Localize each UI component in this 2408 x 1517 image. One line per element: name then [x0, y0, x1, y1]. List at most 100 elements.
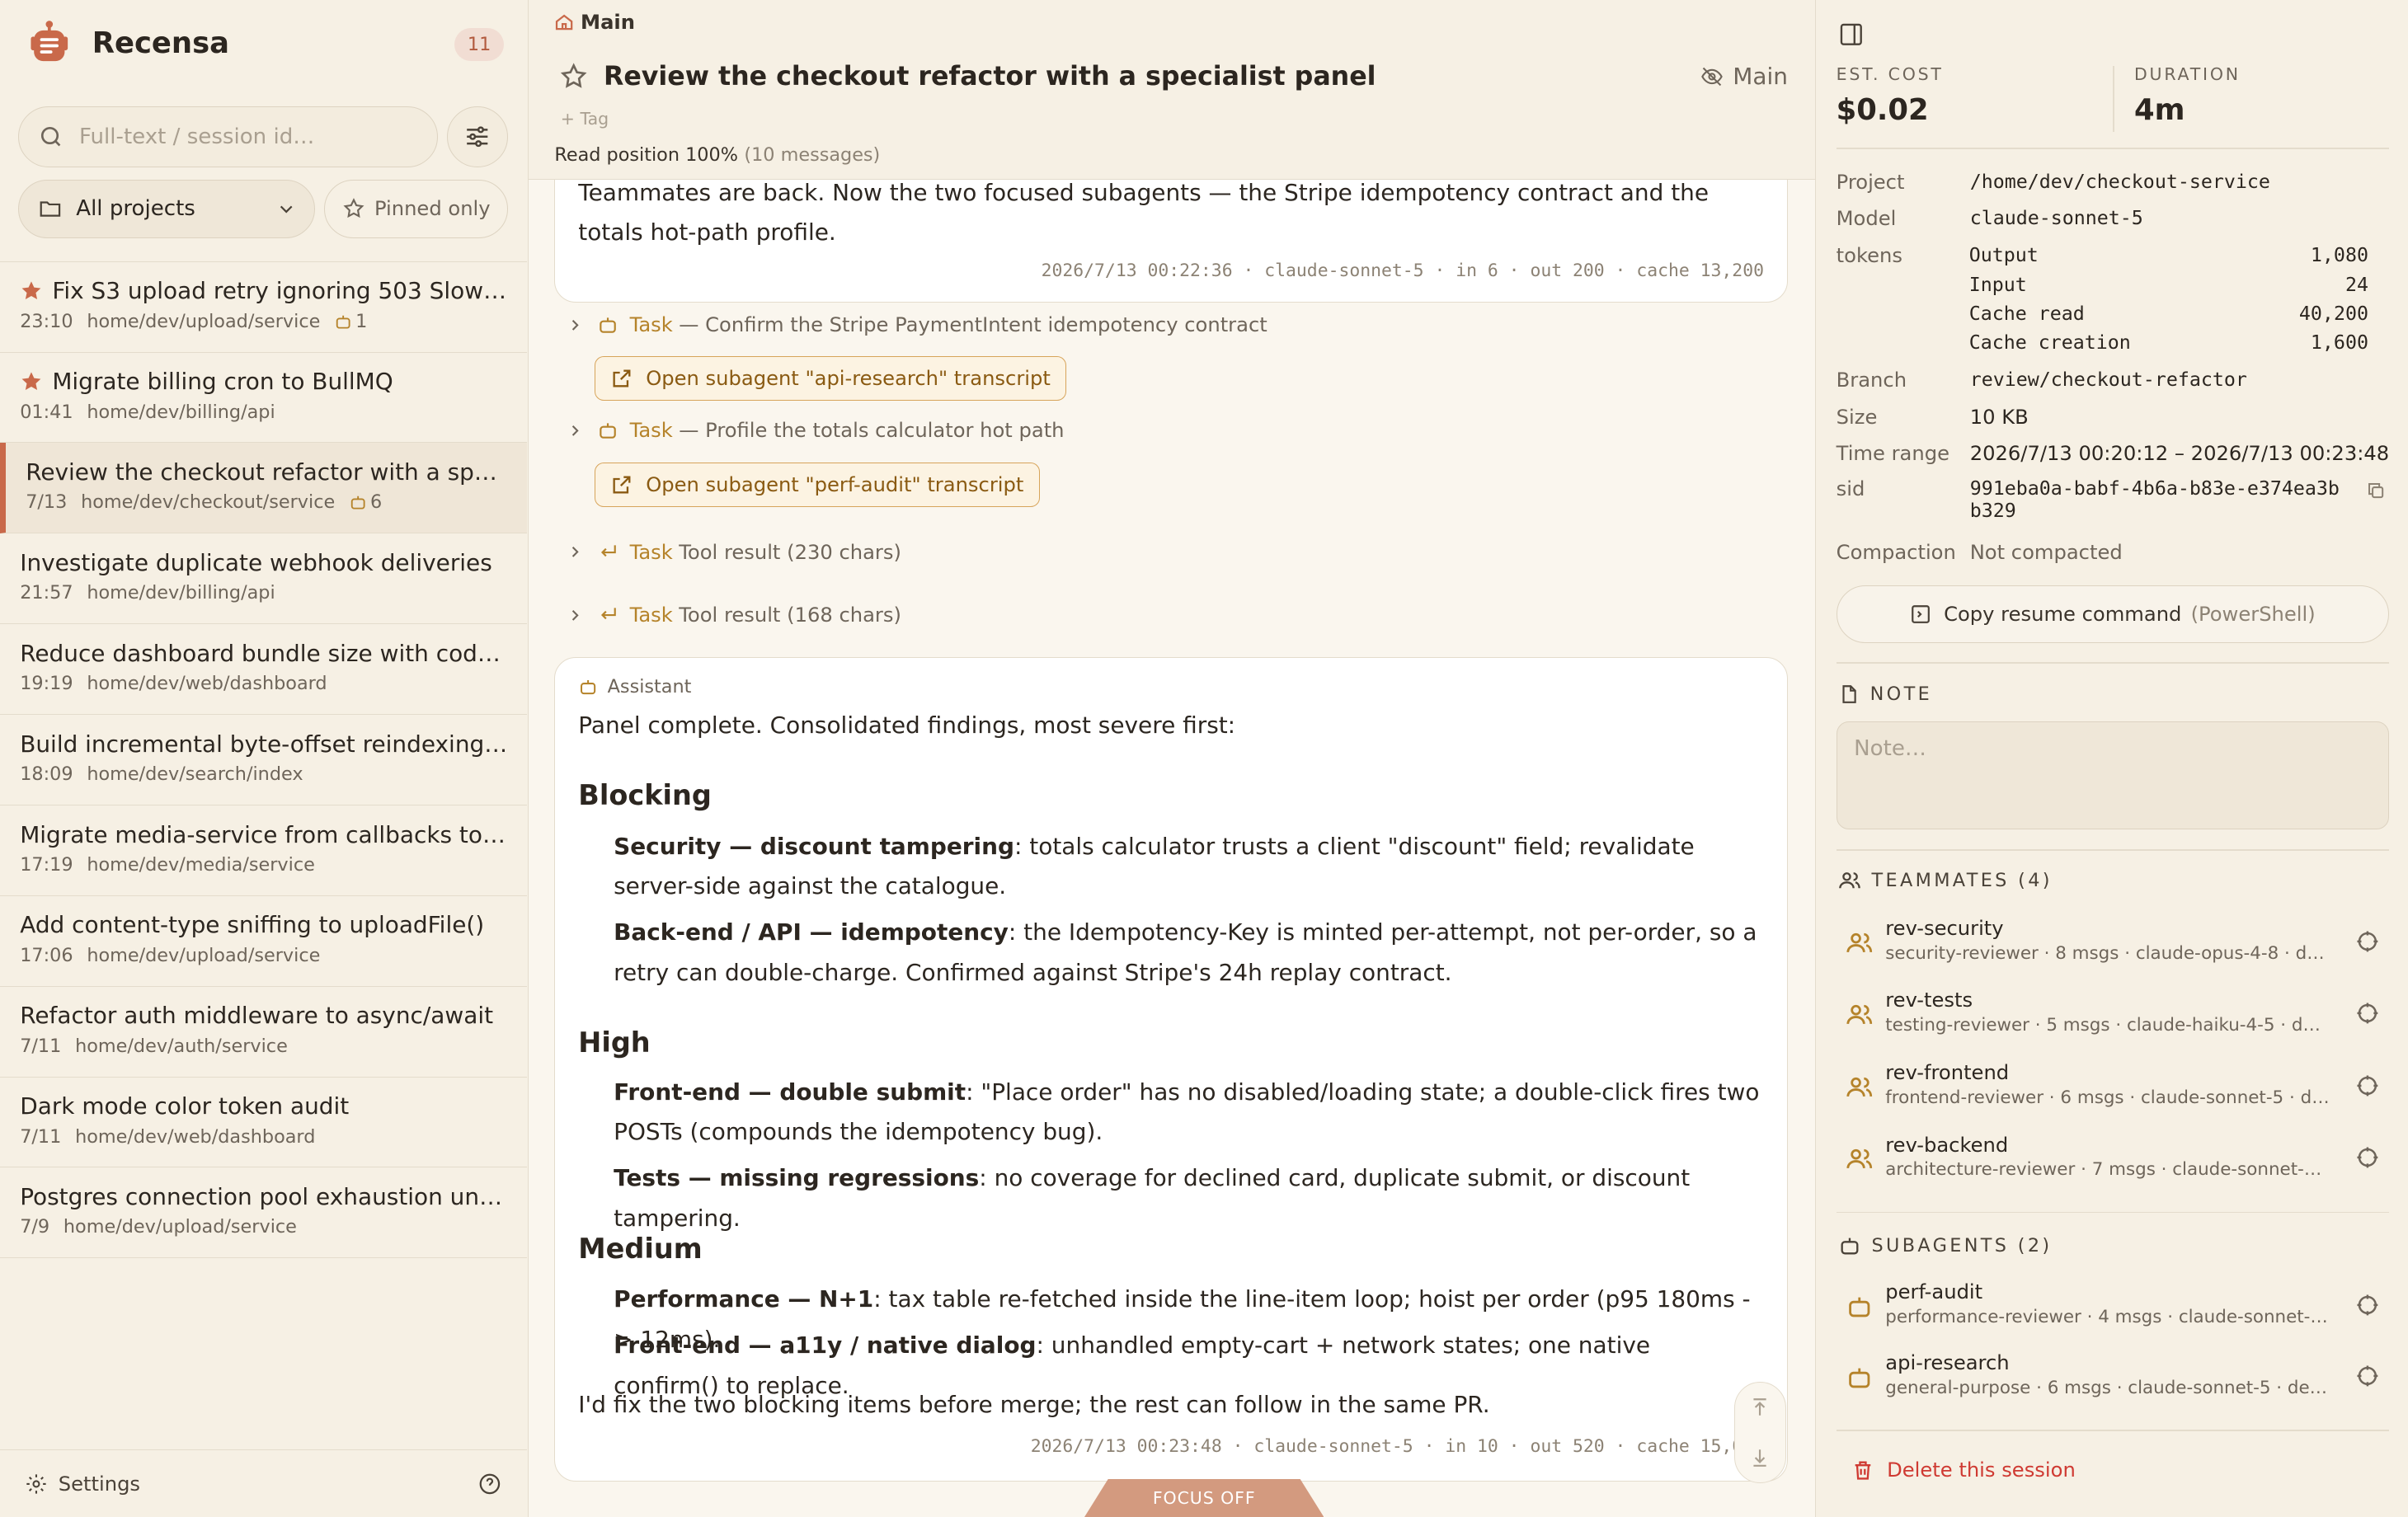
- settings-link[interactable]: Settings: [59, 1472, 477, 1496]
- chevron-right-icon: [571, 425, 579, 436]
- subagent-item[interactable]: perf-audit performance-reviewer · 4 msgs…: [1837, 1280, 2390, 1342]
- session-item[interactable]: Migrate media-service from callbacks to …: [0, 805, 527, 896]
- session-item[interactable]: Build incremental byte-offset reindexing…: [0, 715, 527, 805]
- section-heading: High: [578, 1026, 651, 1059]
- teammate-item[interactable]: rev-frontend frontend-reviewer · 6 msgs …: [1837, 1061, 2390, 1123]
- session-item-active[interactable]: Review the checkout refactor with a spec…: [0, 443, 527, 534]
- session-title: Reduce dashboard bundle size with code-s…: [20, 639, 509, 667]
- subagent-item[interactable]: api-research general-purpose · 6 msgs · …: [1837, 1351, 2390, 1413]
- session-item[interactable]: Investigate duplicate webhook deliveries…: [0, 533, 527, 625]
- read-position-label: Read position 100%: [554, 144, 738, 167]
- external-link-icon: [613, 476, 631, 494]
- tool-call-row[interactable]: Task — Profile the totals calculator hot…: [568, 419, 1065, 442]
- session-path: home/dev/billing/api: [87, 582, 275, 604]
- session-item[interactable]: Dark mode color token audit 7/11 home/dev…: [0, 1078, 527, 1168]
- message-role-label: Assistant: [607, 676, 692, 698]
- search-input[interactable]: [78, 124, 417, 149]
- branch-visibility-chip[interactable]: Main: [1700, 63, 1788, 90]
- sliders-icon: [467, 126, 488, 148]
- teammate-item[interactable]: rev-security security-reviewer · 8 msgs …: [1837, 917, 2390, 979]
- note-heading: NOTE: [1838, 683, 1933, 705]
- sidebar-footer: Settings: [0, 1449, 527, 1517]
- filter-settings-button[interactable]: [446, 106, 509, 167]
- session-item[interactable]: Add content-type sniffing to uploadFile(…: [0, 896, 527, 987]
- session-item[interactable]: Reduce dashboard bundle size with code-s…: [0, 624, 527, 715]
- session-item[interactable]: Migrate billing cron to BullMQ 01:41 home…: [0, 353, 527, 444]
- scroll-to-top-icon[interactable]: [1749, 1397, 1771, 1418]
- session-path: home/dev/upload/service: [87, 944, 321, 966]
- session-time: 17:06: [20, 944, 73, 966]
- trash-icon: [1855, 1461, 1871, 1481]
- finding: Tests — missing regressions: no coverage…: [614, 1158, 1762, 1238]
- chevron-right-icon: [571, 547, 579, 557]
- delete-session-button[interactable]: Delete this session: [1851, 1458, 2076, 1482]
- copy-resume-shell: (PowerShell): [2190, 602, 2316, 626]
- tool-result-row[interactable]: Task Tool result (230 chars): [568, 541, 901, 564]
- session-item[interactable]: Refactor auth middleware to async/await …: [0, 987, 527, 1078]
- teammate-name: rev-frontend: [1885, 1060, 2010, 1084]
- robot-icon: [336, 315, 350, 329]
- locate-icon[interactable]: [2355, 1001, 2380, 1026]
- sidebar: Recensa 11 All projects Pinned only Fix …: [0, 0, 529, 1517]
- model-label: Model: [1836, 207, 1897, 231]
- chevron-right-icon: [571, 319, 579, 331]
- help-icon[interactable]: [477, 1472, 502, 1496]
- locate-icon[interactable]: [2355, 1145, 2380, 1170]
- panel-toggle-icon[interactable]: [1838, 21, 1865, 48]
- token-value: 1,080: [2310, 244, 2368, 267]
- session-item[interactable]: Postgres connection pool exhaustion unde…: [0, 1167, 527, 1259]
- locate-icon[interactable]: [2355, 1293, 2380, 1317]
- teammate-name: rev-security: [1885, 916, 2004, 940]
- locate-icon[interactable]: [2355, 1073, 2380, 1098]
- session-time: 23:10: [20, 310, 73, 332]
- delete-session-label: Delete this session: [1887, 1458, 2076, 1482]
- users-icon: [1846, 1149, 1872, 1169]
- divider: [1836, 848, 2390, 851]
- open-subagent-api-research-button[interactable]: Open subagent "api-research" transcript: [594, 356, 1067, 402]
- branch-chip-label: Main: [1733, 63, 1788, 90]
- gear-icon[interactable]: [25, 1472, 48, 1496]
- note-input[interactable]: [1836, 721, 2390, 829]
- finding-label: Performance — N+1: [614, 1285, 874, 1313]
- finding-label: Back-end / API — idempotency: [614, 918, 1009, 946]
- subagents-heading-label: SUBAGENTS (2): [1871, 1235, 2053, 1257]
- session-title: Add content-type sniffing to uploadFile(…: [20, 911, 485, 939]
- finding-label: Tests — missing regressions: [614, 1164, 980, 1192]
- return-arrow-icon: [601, 608, 617, 620]
- session-time: 18:09: [20, 763, 73, 786]
- session-path: home/dev/auth/service: [75, 1035, 288, 1057]
- copy-icon[interactable]: [2366, 481, 2386, 500]
- tool-result-row[interactable]: Task Tool result (168 chars): [568, 604, 901, 627]
- divider: [1836, 1429, 2390, 1431]
- scroll-to-bottom-icon[interactable]: [1749, 1447, 1771, 1468]
- copy-resume-command-button[interactable]: Copy resume command (PowerShell): [1836, 585, 2390, 644]
- session-title: Migrate billing cron to BullMQ: [52, 368, 393, 396]
- token-name: Cache creation: [1968, 331, 2131, 355]
- teammate-item[interactable]: rev-tests testing-reviewer · 5 msgs · cl…: [1837, 989, 2390, 1050]
- section-heading: Blocking: [578, 779, 712, 812]
- session-time: 01:41: [20, 401, 73, 423]
- locate-icon[interactable]: [2355, 929, 2380, 954]
- teammate-item[interactable]: rev-backend architecture-reviewer · 7 ms…: [1837, 1134, 2390, 1195]
- tool-name: Task: [629, 540, 673, 564]
- subagent-button-label: Open subagent "api-research" transcript: [646, 367, 1051, 391]
- session-item[interactable]: Fix S3 upload retry ignoring 503 SlowDo……: [0, 262, 527, 353]
- add-tag-button[interactable]: + Tag: [561, 109, 609, 129]
- session-time: 7/11: [20, 1125, 62, 1148]
- robot-icon: [1841, 1238, 1858, 1255]
- chevron-right-icon: [571, 609, 579, 621]
- pinned-only-toggle[interactable]: Pinned only: [323, 179, 509, 238]
- tool-call-row[interactable]: Task — Confirm the Stripe PaymentIntent …: [568, 313, 1267, 336]
- subagent-name: perf-audit: [1885, 1280, 1983, 1304]
- locate-icon[interactable]: [2355, 1364, 2380, 1388]
- session-path: home/dev/search/index: [87, 763, 303, 786]
- focus-toggle[interactable]: FOCUS OFF: [1084, 1478, 1324, 1517]
- project-filter-select[interactable]: All projects: [18, 179, 315, 238]
- open-subagent-perf-audit-button[interactable]: Open subagent "perf-audit" transcript: [594, 462, 1041, 507]
- time-range-label: Time range: [1836, 442, 1949, 466]
- star-outline-icon[interactable]: [559, 62, 588, 91]
- finding: Front-end — double submit: "Place order"…: [614, 1073, 1762, 1153]
- session-path: home/dev/checkout/service: [81, 491, 336, 514]
- breadcrumb[interactable]: Main: [554, 11, 635, 34]
- finding: Security — discount tampering: totals ca…: [614, 827, 1762, 907]
